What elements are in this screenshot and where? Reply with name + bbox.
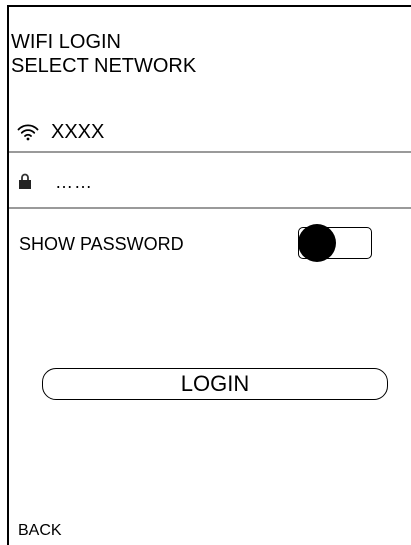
password-input[interactable]: …… [55, 171, 93, 193]
show-password-toggle[interactable] [298, 224, 374, 262]
wifi-icon [17, 124, 39, 141]
password-row[interactable]: …… [9, 155, 411, 209]
page-subtitle: SELECT NETWORK [11, 55, 197, 77]
header: WIFI LOGIN SELECT NETWORK [11, 30, 196, 78]
network-select-row[interactable]: XXXX [9, 115, 411, 153]
page-title: WIFI LOGIN [11, 31, 121, 53]
lock-icon [19, 173, 31, 189]
network-name: XXXX [51, 121, 105, 143]
show-password-label: SHOW PASSWORD [19, 234, 184, 254]
wifi-login-screen: WIFI LOGIN SELECT NETWORK XXXX …… SHOW P… [7, 5, 411, 545]
login-button[interactable]: LOGIN [42, 368, 388, 400]
back-button[interactable]: BACK [18, 521, 62, 541]
toggle-knob [298, 224, 336, 262]
